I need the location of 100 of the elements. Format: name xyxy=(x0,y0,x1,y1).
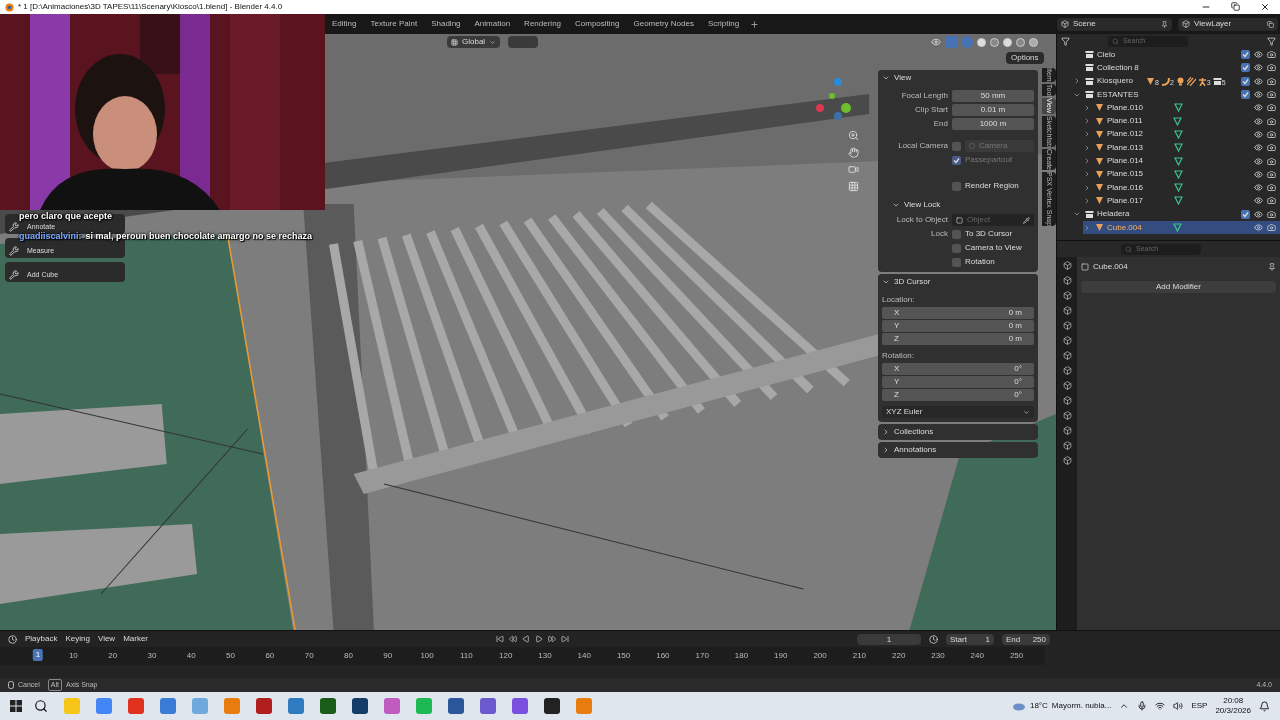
expand-icon[interactable] xyxy=(1083,223,1091,232)
add-workspace-icon[interactable] xyxy=(750,19,760,29)
timeline-menu[interactable]: View xyxy=(97,633,116,645)
previous-key-icon[interactable] xyxy=(509,635,518,643)
frame-field[interactable]: 1 xyxy=(857,633,922,645)
eye-icon[interactable] xyxy=(1254,50,1263,60)
camera-icon[interactable] xyxy=(1267,103,1276,113)
close-icon[interactable] xyxy=(1260,2,1270,12)
properties-tab-icon[interactable] xyxy=(1062,321,1072,330)
checkbox[interactable] xyxy=(952,257,961,267)
eye-icon[interactable] xyxy=(1254,90,1263,100)
hand-icon[interactable] xyxy=(848,147,859,158)
outliner-row[interactable]: Collection 8 xyxy=(1073,61,1280,75)
properties-tab-icon[interactable] xyxy=(1062,336,1072,345)
number-field[interactable]: X 0 m xyxy=(882,307,1034,319)
camera-icon[interactable] xyxy=(1267,183,1276,193)
eye-icon[interactable] xyxy=(1254,143,1263,153)
mode-dropdown[interactable]: XYZ Euler xyxy=(882,406,1034,418)
expand-icon[interactable] xyxy=(1083,183,1091,192)
outliner-row[interactable]: Cube.004 xyxy=(1083,220,1280,235)
outliner-row[interactable]: Plane.017 xyxy=(1083,194,1280,208)
workspace-tab[interactable]: Animation xyxy=(467,16,518,32)
workspace-tab[interactable]: Rendering xyxy=(517,16,569,32)
camera-icon[interactable] xyxy=(1267,156,1276,166)
checkbox[interactable] xyxy=(952,229,961,239)
properties-tab-icon[interactable] xyxy=(1062,441,1072,450)
camera-icon[interactable] xyxy=(1267,76,1276,86)
properties-tab-icon[interactable] xyxy=(1062,396,1072,405)
view-layer-selector[interactable]: ViewLayer xyxy=(1178,17,1278,31)
workspace-tab[interactable]: Texture Paint xyxy=(363,16,425,32)
properties-tab-icon[interactable] xyxy=(1062,426,1072,435)
visibility-icon[interactable] xyxy=(931,37,941,47)
copy-icon[interactable] xyxy=(1267,20,1274,28)
clock[interactable]: 20:08 20/3/2026 xyxy=(1215,696,1251,716)
number-field[interactable]: Z 0° xyxy=(882,389,1034,401)
outliner-row[interactable]: Heladera xyxy=(1073,207,1280,221)
eye-icon[interactable] xyxy=(1254,76,1263,86)
orientation-dropdown[interactable]: Global xyxy=(447,36,501,48)
outliner-row[interactable]: Plane.016 xyxy=(1083,180,1280,195)
properties-tab-icon[interactable] xyxy=(1062,276,1072,285)
play-reverse-icon[interactable] xyxy=(522,635,531,643)
eye-icon[interactable] xyxy=(1254,156,1263,166)
eye-icon[interactable] xyxy=(1254,223,1263,232)
outliner-row[interactable]: Plane.014 xyxy=(1083,154,1280,168)
filter-icon[interactable] xyxy=(1267,36,1276,46)
checkbox[interactable] xyxy=(1241,63,1250,73)
checkbox[interactable] xyxy=(952,181,961,191)
camera-icon[interactable] xyxy=(1267,63,1276,73)
windows-icon[interactable] xyxy=(10,700,22,712)
camera-view-icon[interactable] xyxy=(848,164,859,175)
tray-expand-icon[interactable] xyxy=(1119,701,1130,711)
next-key-icon[interactable] xyxy=(548,635,557,643)
outliner-row[interactable]: Plane.011 xyxy=(1083,114,1280,128)
number-field[interactable]: Y 0° xyxy=(882,376,1034,388)
camera-icon[interactable] xyxy=(1267,129,1276,139)
jump-start-icon[interactable] xyxy=(496,635,505,643)
scene-selector[interactable]: Scene xyxy=(1057,17,1172,31)
checkbox[interactable] xyxy=(1241,90,1250,100)
expand-icon[interactable] xyxy=(1083,143,1091,152)
camera-icon[interactable] xyxy=(1267,169,1276,179)
properties-tab-icon[interactable] xyxy=(1062,306,1072,315)
expand-icon[interactable] xyxy=(1073,77,1081,86)
expand-icon[interactable] xyxy=(1083,117,1091,126)
eye-icon[interactable] xyxy=(1254,169,1263,179)
pin-icon[interactable] xyxy=(1268,263,1276,271)
number-field[interactable]: 0.01 m xyxy=(952,104,1034,116)
camera-icon[interactable] xyxy=(1267,90,1276,100)
timeline-menu[interactable]: Playback xyxy=(25,633,58,645)
subpanel-header[interactable]: View Lock xyxy=(882,198,1034,212)
play-icon[interactable] xyxy=(535,635,544,643)
notifications-icon[interactable] xyxy=(1259,700,1270,712)
stopwatch-icon[interactable] xyxy=(929,634,939,644)
workspace-tab[interactable]: Scripting xyxy=(700,16,747,32)
current-frame-indicator[interactable]: 1 xyxy=(32,649,44,661)
properties-tab-icon[interactable] xyxy=(1062,351,1072,360)
number-field[interactable]: Y 0 m xyxy=(882,320,1034,332)
number-field[interactable]: 50 mm xyxy=(952,90,1034,102)
jump-end-icon[interactable] xyxy=(561,635,570,643)
grid-icon[interactable] xyxy=(848,181,859,192)
expand-icon[interactable] xyxy=(1083,196,1091,205)
zoom-icon[interactable] xyxy=(848,130,859,141)
volume-icon[interactable] xyxy=(1173,701,1184,711)
eye-icon[interactable] xyxy=(1254,116,1263,126)
expand-icon[interactable] xyxy=(1083,170,1091,179)
eye-icon[interactable] xyxy=(1254,183,1263,193)
eyedropper-icon[interactable] xyxy=(1023,216,1030,224)
restore-icon[interactable] xyxy=(1231,2,1240,11)
start-field[interactable]: Start 1 xyxy=(946,633,995,645)
workspace-tab[interactable]: Compositing xyxy=(568,16,627,32)
options-button[interactable]: Options xyxy=(1006,52,1044,64)
expand-icon[interactable] xyxy=(1083,157,1091,165)
network-icon[interactable] xyxy=(1155,701,1166,711)
properties-tab-icon[interactable] xyxy=(1062,366,1072,375)
camera-icon[interactable] xyxy=(1267,143,1276,153)
camera-icon[interactable] xyxy=(1267,116,1276,126)
pin-icon[interactable] xyxy=(1161,20,1168,28)
properties-tab-icon[interactable] xyxy=(1062,291,1072,300)
add-modifier-button[interactable]: Add Modifier xyxy=(1081,281,1276,293)
mic-icon[interactable] xyxy=(1137,701,1148,711)
app-icon[interactable] xyxy=(544,698,560,714)
